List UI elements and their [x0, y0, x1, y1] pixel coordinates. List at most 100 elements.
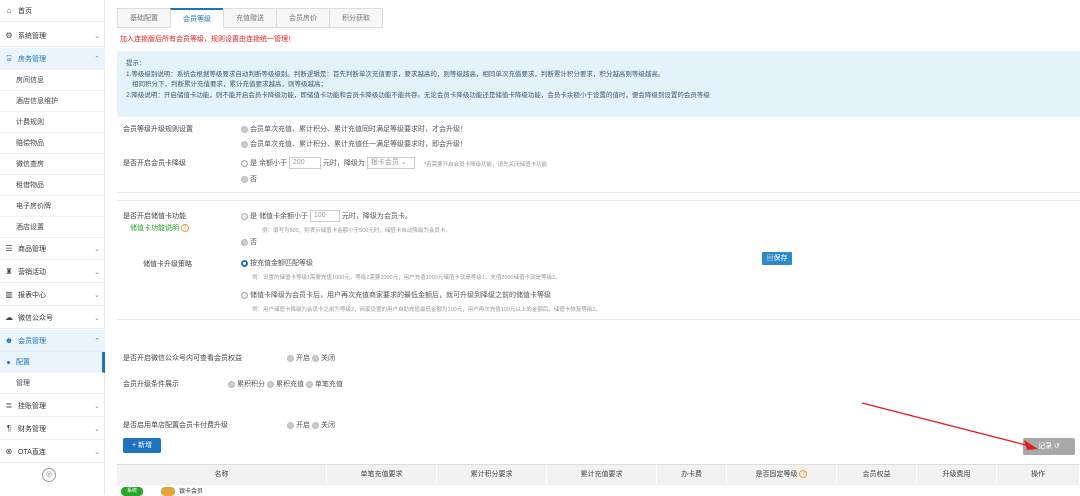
strategy-option-1[interactable]: 按充值金额匹配等级 — [241, 258, 313, 268]
sidebar-item-ota[interactable]: ⊗ OTA直连 ⌄ — [0, 441, 105, 463]
col-benefits: 会员权益 — [837, 465, 917, 484]
tab-bar: 基础配置 会员等级 充值赠送 会员房价 积分获取 — [117, 8, 383, 28]
save-icon: ▤ — [766, 255, 774, 262]
chart-icon: ▥ — [5, 290, 13, 299]
radio[interactable] — [241, 140, 248, 148]
chevron-down-icon: ⌄ — [94, 314, 100, 322]
strategy-2-example: 例：用户储值卡降级为会员卡之前为等级2，商家设置的用户自助充值最低金额为100元… — [252, 307, 601, 313]
chevron-down-icon: ⌄ — [94, 268, 100, 276]
downgrade-yes-option[interactable]: 是 余额小于 200 元时，降级为 银卡会员 ⌄ — [241, 157, 415, 169]
checkbox[interactable] — [228, 380, 235, 388]
tips-line-2: 相同积分下，判断累计充值要求，累计充值要求越高，则等级越高； — [132, 81, 327, 88]
radio[interactable] — [241, 212, 248, 220]
sidebar-item-rooms[interactable]: ⌸ 房务管理 ⌃ — [0, 48, 105, 70]
radio[interactable] — [241, 259, 248, 267]
col-upgrade-fee: 升级费用 — [917, 465, 997, 484]
cloud-icon: ☁ — [5, 313, 13, 322]
sidebar-item-ledger[interactable]: ≣ 挂账管理 ⌄ — [0, 395, 105, 417]
chain-warning: 加入连锁版后所有会员等级，规则设置由连锁统一管理！ — [120, 36, 295, 43]
sidebar-item-system[interactable]: ⚙ 系统管理 ⌄ — [0, 25, 105, 47]
radio[interactable] — [287, 421, 294, 429]
tab-points[interactable]: 积分获取 — [329, 8, 383, 28]
link-icon: ⊗ — [5, 447, 13, 456]
downgrade-note: *若需要开启会员卡降级功能，请先关闭储值卡功能 — [424, 162, 548, 168]
upgrade-rule-option-2[interactable]: 会员单次充值、累计积分、累计充值任一满足等级要求时，即会升级！ — [241, 139, 467, 149]
tab-basic-config[interactable]: 基础配置 — [117, 8, 171, 28]
sidebar-item-goods[interactable]: ☰ 商品管理 ⌄ — [0, 238, 105, 260]
sidebar-sub-compensation[interactable]: 赔偿物品 — [0, 133, 105, 154]
checkbox[interactable] — [305, 380, 313, 388]
radio[interactable] — [241, 125, 248, 133]
megaphone-icon: ♜ — [5, 267, 13, 276]
sidebar-sub-manage[interactable]: 管理 — [0, 373, 105, 394]
annotation-arrow — [861, 402, 1038, 450]
sidebar-item-marketing[interactable]: ♜ 营销活动 ⌄ — [0, 261, 105, 283]
list-icon: ≣ — [5, 401, 13, 410]
active-dot — [7, 360, 10, 364]
display-cond-options: 累积积分 累积充值 单笔充值 — [228, 379, 343, 389]
radio[interactable] — [241, 175, 248, 183]
sidebar-sub-config[interactable]: 配置 — [0, 352, 105, 373]
upgrade-rule-option-1[interactable]: 会员单次充值、累计积分、累计充值同时满足等级要求时，才会升级！ — [241, 124, 467, 134]
downgrade-no-option[interactable]: 否 — [241, 174, 257, 184]
table-row: 系统 银卡会员 — [117, 484, 1080, 496]
sidebar-item-home[interactable]: ⌂ 首页 — [0, 0, 105, 22]
sidebar-sub-price-board[interactable]: 电子房价牌 — [0, 196, 105, 217]
sidebar-item-reports[interactable]: ▥ 报表中心 ⌄ — [0, 284, 105, 306]
sidebar-item-members[interactable]: ☻ 会员管理 ⌃ — [0, 330, 105, 352]
radio[interactable] — [241, 159, 248, 167]
tips-box: 提示： 1.等级级别说明：系统会根据等级要求自动判断等级级别。判断逻辑是：首先判… — [117, 51, 1080, 117]
downgrade-amount-input[interactable]: 200 — [288, 157, 321, 169]
paid-upgrade-options: 开启 关闭 — [287, 420, 335, 430]
chevron-down-icon: ⌄ — [94, 291, 100, 299]
wechat-view-label: 是否开启微信公众号内可查看会员权益 — [123, 355, 242, 362]
stored-card-no-option[interactable]: 否 — [241, 237, 257, 247]
chevron-down-icon: ⌄ — [94, 402, 100, 410]
stored-card-amount-input[interactable]: 100 — [309, 210, 340, 222]
checkbox[interactable] — [266, 380, 274, 388]
wechat-view-options: 开启 关闭 — [287, 353, 335, 363]
sidebar-sub-billing[interactable]: 计费规则 — [0, 112, 105, 133]
divider — [117, 200, 1080, 201]
building-icon: ⌸ — [6, 53, 12, 63]
tab-member-price[interactable]: 会员房价 — [276, 8, 330, 28]
tips-line-1: 1.等级级别说明：系统会根据等级要求自动判断等级级别。判断逻辑是：首先判断单次充… — [126, 70, 665, 78]
chevron-down-icon: ⌄ — [94, 448, 100, 456]
sidebar-sub-rental[interactable]: 租借物品 — [0, 175, 105, 196]
chevron-up-icon: ⌃ — [94, 55, 100, 63]
sidebar-sub-hotel-settings[interactable]: 酒店设置 — [0, 217, 105, 238]
tips-title: 提示： — [126, 60, 146, 67]
question-icon: ? — [180, 224, 189, 233]
col-name: 名称 — [117, 465, 327, 484]
downgrade-level-select[interactable]: 银卡会员 ⌄ — [366, 157, 415, 169]
tab-recharge-gift[interactable]: 充值赠送 — [223, 8, 277, 28]
save-button[interactable]: ▤保存 — [762, 252, 792, 265]
sidebar-sub-wechat-check[interactable]: 微信查房 — [0, 154, 105, 175]
add-button[interactable]: + 新增 — [123, 438, 161, 453]
stored-card-help-link[interactable]: 储值卡功能说明 ? — [130, 223, 189, 233]
strategy-1-example: 例：设置的储值卡等级1需要充值1000元，等级2需要2000元，用户充值1000… — [252, 275, 561, 281]
col-fixed-level: 是否固定等级 ? — [727, 465, 837, 484]
sidebar-item-finance[interactable]: ¶ 财务管理 ⌄ — [0, 418, 105, 440]
downgrade-label: 是否开启会员卡降级 — [123, 160, 186, 167]
sidebar-sub-room-info[interactable]: 房间信息 — [0, 70, 105, 91]
chevron-down-icon: ⌄ — [94, 425, 100, 433]
sidebar-sub-hotel-info[interactable]: 酒店信息维护 — [0, 91, 105, 112]
stored-card-yes-option[interactable]: 是 储值卡余额小于 100 元时，降级为会员卡。 — [241, 210, 412, 222]
display-cond-label: 会员升级条件展示 — [123, 381, 179, 388]
radio[interactable] — [287, 354, 294, 362]
database-icon: ☰ — [5, 244, 13, 253]
radio[interactable] — [311, 354, 319, 362]
radio[interactable] — [241, 291, 248, 299]
radio[interactable] — [311, 421, 319, 429]
finance-icon: ¶ — [6, 424, 12, 433]
sidebar-item-wechat[interactable]: ☁ 微信公众号 ⌄ — [0, 307, 105, 329]
radio[interactable] — [241, 238, 248, 246]
strategy-option-2[interactable]: 储值卡降级为会员卡后，用户再次充值商家要求的最低金额后，就可升级到降级之前的储值… — [241, 290, 551, 300]
col-points: 累计积分要求 — [437, 465, 547, 484]
tab-member-level[interactable]: 会员等级 — [170, 8, 224, 28]
strategy-label: 储值卡升级策略 — [143, 261, 192, 268]
divider — [117, 192, 1080, 193]
collapse-sidebar-button[interactable]: ◎ — [42, 468, 56, 482]
home-icon: ⌂ — [6, 6, 12, 15]
